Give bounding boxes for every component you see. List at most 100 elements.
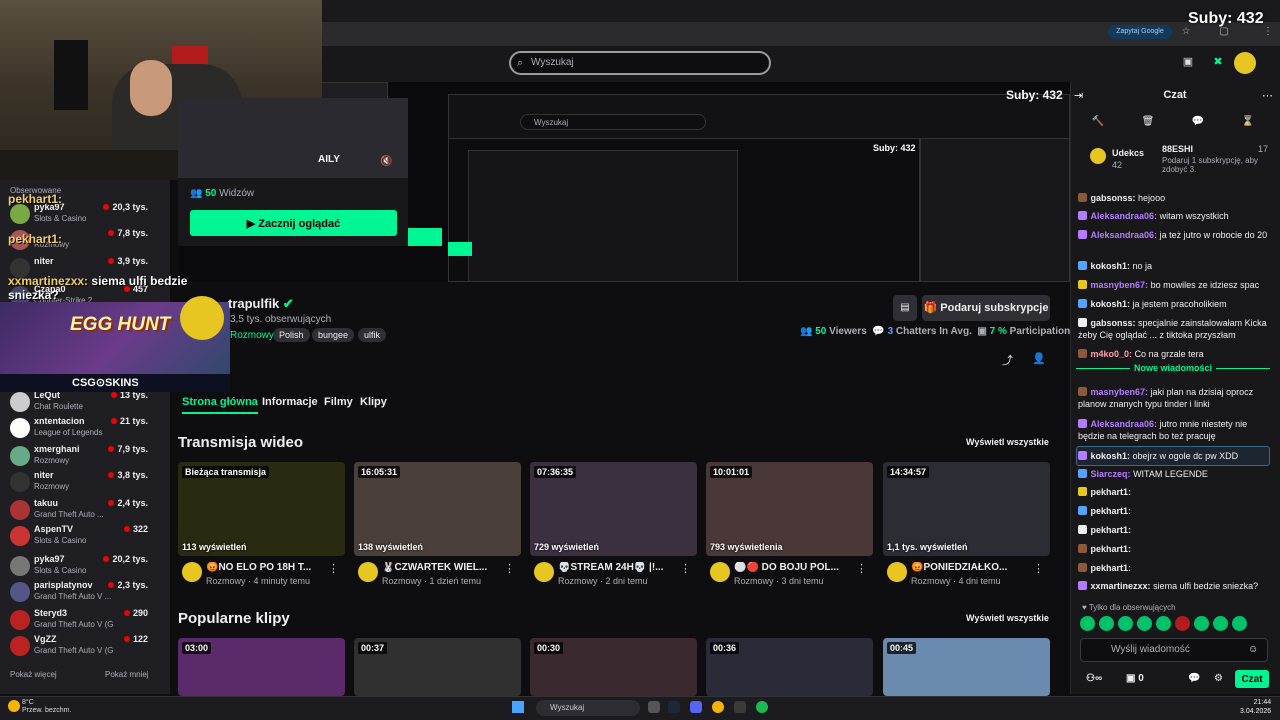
steam-icon[interactable] [668, 701, 680, 713]
channel-name[interactable]: trapulfik ✔ [228, 296, 294, 312]
chat-username[interactable]: Aleksandraa06: [1091, 230, 1158, 240]
tab-info[interactable]: Informacje [262, 396, 318, 408]
bubble-icon[interactable]: 💬 [1190, 116, 1206, 127]
clip-card[interactable]: 00:45 [883, 638, 1050, 696]
emote[interactable] [1194, 616, 1209, 631]
chat-bubble-icon[interactable]: 💬 [1188, 673, 1200, 684]
video-card[interactable]: 10:01:01 793 wyświetlenia ⚪🔴 DO BOJU POL..… [706, 462, 873, 586]
taskbar-weather[interactable]: 8°C Przew. bezchm. [22, 699, 71, 715]
channel-category[interactable]: Rozmowy [230, 330, 274, 341]
video-channel-avatar[interactable] [358, 562, 378, 582]
more-options-icon[interactable]: ⋮ [1033, 562, 1044, 575]
video-card[interactable]: 14:34:57 1,1 tys. wyświetleń 😡PONIEDZIAŁKO… [883, 462, 1050, 586]
video-thumbnail[interactable]: Bieżąca transmisja 113 wyświetleń [178, 462, 345, 556]
start-watching-button[interactable]: ▶ Zacznij oglądać [190, 210, 397, 236]
more-options-icon[interactable]: ⋮ [856, 562, 867, 575]
video-thumbnail[interactable]: 10:01:01 793 wyświetlenia [706, 462, 873, 556]
follow-icon[interactable]: 👤 [1032, 352, 1046, 365]
search-input[interactable]: ⌕ Wyszukaj [509, 51, 771, 75]
chat-username[interactable]: xxmartinezxx: [1091, 581, 1151, 591]
chat-message-input[interactable]: Wyślij wiadomość [1080, 638, 1268, 662]
task-view-icon[interactable] [648, 701, 660, 713]
video-title[interactable]: 💀STREAM 24H💀 |!... [558, 562, 686, 573]
video-channel-avatar[interactable] [534, 562, 554, 582]
chat-username[interactable]: gabsonss: [1091, 193, 1136, 203]
chat-username[interactable]: pekhart1: [1091, 544, 1132, 554]
video-card[interactable]: Bieżąca transmisja 113 wyświetleń 😡NO ELO … [178, 462, 345, 586]
chat-username[interactable]: gabsonss: [1091, 318, 1136, 328]
user-avatar[interactable] [1234, 52, 1256, 74]
emoji-icon[interactable]: ☺ [1248, 644, 1258, 655]
chat-message[interactable]: Aleksandraa06: jutro mnie niestety nie b… [1078, 418, 1270, 442]
chat-message[interactable]: Siarczeq: WITAM LEGENDE [1078, 468, 1270, 480]
wallet-icon[interactable]: ▣ [1180, 54, 1196, 70]
chat-username[interactable]: pekhart1: [1091, 487, 1132, 497]
emote[interactable] [1175, 616, 1190, 631]
tab-clips[interactable]: Klipy [360, 396, 387, 408]
video-title[interactable]: 😡PONIEDZIAŁKO... [911, 562, 1039, 573]
spotify-icon[interactable] [756, 701, 768, 713]
show-less-link[interactable]: Pokaż mniej [105, 670, 149, 679]
ask-google-button[interactable]: Zapytaj Google [1108, 25, 1172, 39]
emote[interactable] [1213, 616, 1228, 631]
videos-see-all-link[interactable]: Wyświetl wszystkie [966, 437, 1049, 447]
channel-avatar[interactable] [180, 296, 224, 340]
emote-bar[interactable] [1080, 616, 1270, 632]
emote[interactable] [1232, 616, 1247, 631]
tab-home[interactable]: Strona główna [182, 396, 258, 414]
tag-bungee[interactable]: bungee [312, 328, 355, 342]
chat-message[interactable]: kokosh1: no ja [1078, 260, 1270, 272]
chat-username[interactable]: Siarczeq: [1091, 469, 1131, 479]
chat-username[interactable]: pekhart1: [1091, 525, 1132, 535]
points-icon[interactable]: ⚇∞ [1086, 673, 1102, 684]
clip-card[interactable]: 00:36 [706, 638, 873, 696]
app-icon[interactable] [734, 701, 746, 713]
video-thumbnail[interactable]: 14:34:57 1,1 tys. wyświetleń [883, 462, 1050, 556]
clip-card[interactable]: 00:30 [530, 638, 697, 696]
video-thumbnail[interactable]: 07:36:35 729 wyświetleń [530, 462, 697, 556]
clip-card[interactable]: 03:00 [178, 638, 345, 696]
share-icon[interactable]: ⤴ [1002, 352, 1013, 368]
chat-username[interactable]: m4ko0_0: [1091, 349, 1133, 359]
video-title[interactable]: 🐰CZWARTEK WIEL... [382, 562, 510, 573]
chat-message[interactable]: gabsonss: hejooo [1078, 192, 1270, 204]
video-card[interactable]: 07:36:35 729 wyświetleń 💀STREAM 24H💀 |!...… [530, 462, 697, 586]
chat-message[interactable]: masnyben67: jaki plan na dzisiaj oprocz … [1078, 386, 1270, 410]
emote[interactable] [1118, 616, 1133, 631]
sidebar-channel[interactable]: VgZZ Grand Theft Auto V (G... 122 [8, 632, 170, 668]
chat-message[interactable]: pekhart1: [1078, 486, 1270, 498]
chat-message[interactable]: masnyben67: bo mowiles ze idziesz spac [1078, 279, 1270, 291]
chat-username[interactable]: Aleksandraa06: [1091, 211, 1158, 221]
taskbar-clock[interactable]: 21:44 3.04.2026 [1240, 698, 1271, 716]
mod-tools-icon[interactable]: 🔨 [1090, 116, 1106, 127]
chat-message[interactable]: pekhart1: [1078, 524, 1270, 536]
chat-username[interactable]: kokosh1: [1091, 451, 1131, 461]
chat-message[interactable]: pekhart1: [1078, 505, 1270, 517]
trash-icon[interactable]: 🗑 [1140, 116, 1156, 127]
more-options-icon[interactable]: ⋮ [328, 562, 339, 575]
more-options-icon[interactable]: ⋮ [680, 562, 691, 575]
chat-message[interactable]: m4ko0_0: Co na grzale tera [1078, 348, 1270, 360]
new-messages-divider[interactable]: Nowe wiadomości [1076, 363, 1270, 380]
video-title[interactable]: 😡NO ELO PO 18H T... [206, 562, 334, 573]
kick-icon[interactable]: ✖ [1210, 54, 1226, 70]
hourglass-icon[interactable]: ⌛ [1240, 116, 1256, 127]
clip-card[interactable]: 00:37 [354, 638, 521, 696]
tag-ulfik[interactable]: ulfik [358, 328, 387, 342]
send-chat-button[interactable]: Czat [1235, 670, 1269, 688]
emote[interactable] [1080, 616, 1095, 631]
menu-icon[interactable]: ⋮ [1262, 26, 1274, 38]
gift-subscription-button[interactable]: 🎁 Podaruj subskrypcje [922, 295, 1050, 321]
video-card[interactable]: 16:05:31 138 wyświetleń 🐰CZWARTEK WIEL... R… [354, 462, 521, 586]
chat-message[interactable]: kokosh1: ja jestem pracoholikiem [1078, 298, 1270, 310]
show-more-link[interactable]: Pokaż więcej [10, 670, 57, 679]
chat-username[interactable]: masnyben67: [1091, 387, 1149, 397]
chat-message[interactable]: Aleksandraa06: witam wszystkich [1078, 210, 1270, 222]
chat-message[interactable]: Aleksandraa06: ja też jutro w robocie do… [1078, 229, 1270, 241]
chat-username[interactable]: kokosh1: [1091, 261, 1131, 271]
chat-message[interactable]: pekhart1: [1078, 562, 1270, 574]
chat-message[interactable]: gabsonss: specjalnie zainstalowałam Kick… [1078, 317, 1270, 341]
discord-icon[interactable] [690, 701, 702, 713]
emote[interactable] [1156, 616, 1171, 631]
taskbar-search[interactable]: Wyszukaj [536, 700, 640, 716]
